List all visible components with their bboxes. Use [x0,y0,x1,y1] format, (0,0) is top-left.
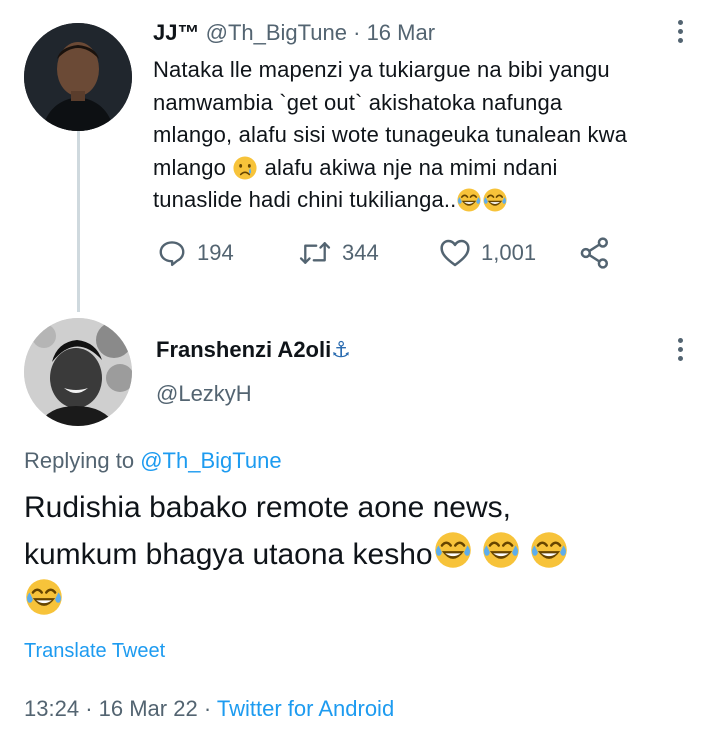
separator: · [85,696,93,721]
text-segment: kumkum bhagya utaona kesho [24,538,433,571]
text-segment: mlango [153,154,227,180]
tears-of-joy-emoji [529,530,569,570]
reply-text: Rudishia babako remote aone news, kumkum… [24,486,569,624]
replying-to-handle[interactable]: @Th_BigTune [140,448,281,473]
share-icon [580,237,609,269]
reply-author-row: Franshenzi A2oli⚓ [156,337,351,363]
more-vertical-icon[interactable] [678,338,683,362]
heart-icon [440,239,470,267]
replying-prefix: Replying to [24,448,135,473]
tears-of-joy-emoji [481,530,521,570]
thread-line [77,130,80,312]
reply-handle[interactable]: @LezkyH [156,381,252,407]
text-line-6: tunaslide hadi chini tukilianga.. [153,184,627,217]
text-line: Rudishia babako remote aone news, [24,491,511,524]
reply-action[interactable]: 194 [157,238,234,268]
separator: · [353,20,361,45]
text-line-4: mlango alafu akiwa nje na mimi ndani [153,152,627,185]
avatar-photo [24,318,132,426]
tweet-date[interactable]: 16 Mar [367,20,435,45]
tweet-text: Nataka lle mapenzi ya tukiargue na bibi … [153,54,627,217]
tweet-header: JJ™ @Th_BigTune · 16 Mar [153,20,435,46]
reply-icon [159,241,185,267]
text-line [24,577,569,624]
replying-to: Replying to @Th_BigTune [24,448,282,474]
text-segment: tunaslide hadi chini tukilianga.. [153,187,457,212]
tears-of-joy-emoji [482,187,508,213]
separator: · [203,696,212,721]
author-name[interactable]: JJ™ [153,20,199,45]
text-segment: alafu akiwa nje na mimi ndani [264,154,558,180]
tweet-time[interactable]: 13:24 [24,696,79,721]
translate-tweet-link[interactable]: Translate Tweet [24,640,165,663]
reply-count: 194 [197,240,234,265]
tweet-meta: 13:24 · 16 Mar 22 · Twitter for Android [24,696,394,722]
reply-author-name[interactable]: Franshenzi A2oli [156,337,331,362]
text-line: Nataka lle mapenzi ya tukiargue na bibi … [153,57,610,82]
text-line: mlango, alafu sisi wote tunageuka tunale… [153,122,628,147]
avatar-photo [24,23,132,131]
tweet-source[interactable]: Twitter for Android [217,696,394,721]
crying-face-emoji [232,155,258,181]
anchor-emoji: ⚓ [331,338,351,363]
tweet-date[interactable]: 16 Mar 22 [99,696,198,721]
tears-of-joy-emoji [456,187,482,213]
author-handle[interactable]: @Th_BigTune [206,20,347,45]
more-vertical-icon[interactable] [678,20,683,44]
like-action[interactable]: 1,001 [439,238,536,268]
share-button[interactable] [579,236,611,275]
retweet-action[interactable]: 344 [298,238,379,268]
tears-of-joy-emoji [433,530,473,570]
text-line: namwambia `get out` akishatoka nafunga [153,89,563,115]
like-count: 1,001 [481,240,537,265]
retweet-count: 344 [342,240,379,265]
reply-avatar[interactable] [24,318,132,426]
text-line: kumkum bhagya utaona kesho [24,530,569,577]
tears-of-joy-emoji [24,577,64,617]
retweet-icon [299,242,331,264]
avatar[interactable] [24,23,132,131]
